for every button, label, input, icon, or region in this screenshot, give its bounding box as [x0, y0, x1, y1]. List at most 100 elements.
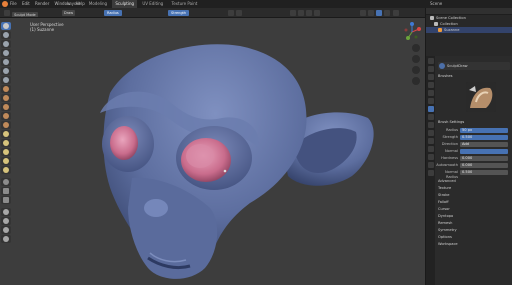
tool-scrape[interactable]	[1, 121, 11, 129]
material-shading-icon[interactable]	[384, 10, 391, 16]
tool-inflate[interactable]	[1, 67, 11, 75]
tool-annotate[interactable]	[1, 235, 11, 243]
field-label-autosmooth: Autosmooth	[436, 163, 458, 167]
view-layer-tab-icon[interactable]	[427, 82, 434, 88]
tool-grab[interactable]	[1, 139, 11, 147]
strength-value-field[interactable]: 0.500	[460, 135, 508, 140]
normal-radius-value-field[interactable]: 0.500	[460, 170, 508, 175]
panel-falloff[interactable]: Falloff	[438, 199, 458, 206]
add-icon[interactable]	[228, 10, 234, 16]
direction-value-field[interactable]: Add	[460, 142, 508, 147]
panel-remesh[interactable]: Remesh	[438, 220, 458, 227]
tool-clay-strips[interactable]	[1, 49, 11, 57]
suzanne-model[interactable]	[0, 18, 425, 285]
tool-box-hide[interactable]	[1, 196, 11, 204]
editor-type-icon[interactable]	[4, 10, 10, 16]
brushes-section-header[interactable]: Brushes	[438, 74, 452, 78]
brush-selector[interactable]: Draw	[62, 10, 76, 16]
object-tab-icon[interactable]	[427, 114, 434, 120]
symmetry-icon[interactable]	[290, 10, 296, 16]
tool-snake-hook[interactable]	[1, 148, 11, 156]
tool-box-mask[interactable]	[1, 187, 11, 195]
tool-pose[interactable]	[1, 166, 11, 174]
scene-selector[interactable]: Scene	[430, 0, 442, 8]
overlay-icon[interactable]	[360, 10, 366, 16]
blender-logo-icon[interactable]	[2, 1, 8, 7]
panel-options[interactable]: Options	[438, 234, 458, 241]
particles-tab-icon[interactable]	[427, 130, 434, 136]
outliner: Scene Collection Collection Suzanne	[425, 8, 512, 56]
field-label-direction: Direction	[441, 142, 458, 146]
brush-settings-section-header[interactable]: Brush Settings	[438, 120, 464, 124]
tool-smooth[interactable]	[1, 94, 11, 102]
tool-thumb[interactable]	[1, 157, 11, 165]
pan-icon[interactable]	[412, 55, 420, 63]
brush-selector-row[interactable]: SculptDraw	[438, 62, 510, 70]
subtract-icon[interactable]	[236, 10, 243, 16]
active-tool-tab-icon[interactable]	[427, 106, 434, 112]
constraints-tab-icon[interactable]	[427, 146, 434, 152]
tool-draw[interactable]	[1, 22, 11, 30]
strength-field[interactable]: Strength	[168, 10, 190, 16]
panel-cursor[interactable]: Cursor	[438, 206, 458, 213]
solid-shading-icon[interactable]	[376, 10, 383, 16]
tool-draw-sharp[interactable]	[1, 31, 11, 39]
menu-edit[interactable]: Edit	[22, 0, 30, 8]
world-tab-icon[interactable]	[427, 98, 434, 104]
panel-symmetry[interactable]: Symmetry	[438, 227, 458, 234]
clay-strips-icon	[3, 50, 9, 56]
options-icon[interactable]	[314, 10, 321, 16]
modifier-tab-icon[interactable]	[427, 122, 434, 128]
panel-dyntopo[interactable]: Dyntopo	[438, 213, 458, 220]
rendered-shading-icon[interactable]	[392, 10, 399, 16]
hardness-value-field[interactable]: 0.000	[460, 156, 508, 161]
tool-scale[interactable]	[1, 226, 11, 234]
flatten-icon	[3, 104, 9, 110]
tool-mask[interactable]	[1, 178, 11, 186]
camera-icon[interactable]	[412, 66, 420, 74]
output-tab-icon[interactable]	[427, 74, 434, 80]
menu-render[interactable]: Render	[35, 0, 49, 8]
panel-stroke[interactable]: Stroke	[438, 192, 458, 199]
tab-sculpting[interactable]: Sculpting	[112, 0, 138, 8]
panel-workspace[interactable]: Workspace	[438, 241, 458, 248]
tab-texture-paint[interactable]: Texture Paint	[169, 0, 201, 8]
material-tab-icon[interactable]	[427, 162, 434, 168]
dyntopo-icon[interactable]	[298, 10, 305, 16]
data-tab-icon[interactable]	[427, 154, 434, 160]
workspace-tabs: Layout Modeling Sculpting UV Editing Tex…	[64, 0, 201, 8]
brush-preview-thumbnail[interactable]	[466, 82, 496, 112]
navigation-gizmo[interactable]	[402, 20, 422, 42]
tool-fill[interactable]	[1, 112, 11, 120]
texture-tab-icon[interactable]	[427, 170, 434, 176]
panel-advanced[interactable]: Advanced	[438, 178, 458, 185]
panel-texture[interactable]: Texture	[438, 185, 458, 192]
tool-rotate[interactable]	[1, 217, 11, 225]
radius-field[interactable]: Radius	[104, 10, 122, 16]
tool-clay[interactable]	[1, 40, 11, 48]
menu-file[interactable]: File	[10, 0, 17, 8]
tool-pinch[interactable]	[1, 130, 11, 138]
tab-layout[interactable]: Layout	[64, 0, 84, 8]
tool-tab-icon[interactable]	[427, 58, 434, 64]
tool-flatten[interactable]	[1, 103, 11, 111]
physics-tab-icon[interactable]	[427, 138, 434, 144]
tab-uv-editing[interactable]: UV Editing	[139, 0, 166, 8]
scene-tab-icon[interactable]	[427, 90, 434, 96]
radius-value-field[interactable]: 50 px	[460, 128, 508, 133]
zoom-icon[interactable]	[412, 44, 420, 52]
tool-blob[interactable]	[1, 76, 11, 84]
3d-viewport[interactable]: User Perspective (1) Suzanne	[0, 18, 425, 285]
tool-layer[interactable]	[1, 58, 11, 66]
autosmooth-value-field[interactable]: 0.000	[460, 163, 508, 168]
tab-modeling[interactable]: Modeling	[86, 0, 110, 8]
tool-crease[interactable]	[1, 85, 11, 93]
render-tab-icon[interactable]	[427, 66, 434, 72]
normal-value-field[interactable]	[460, 149, 508, 154]
smooth-icon	[3, 95, 9, 101]
tool-move[interactable]	[1, 208, 11, 216]
remesh-icon[interactable]	[306, 10, 313, 16]
ortho-icon[interactable]	[412, 77, 420, 85]
xray-icon[interactable]	[368, 10, 375, 16]
outliner-row-suzanne[interactable]: Suzanne	[426, 27, 512, 33]
